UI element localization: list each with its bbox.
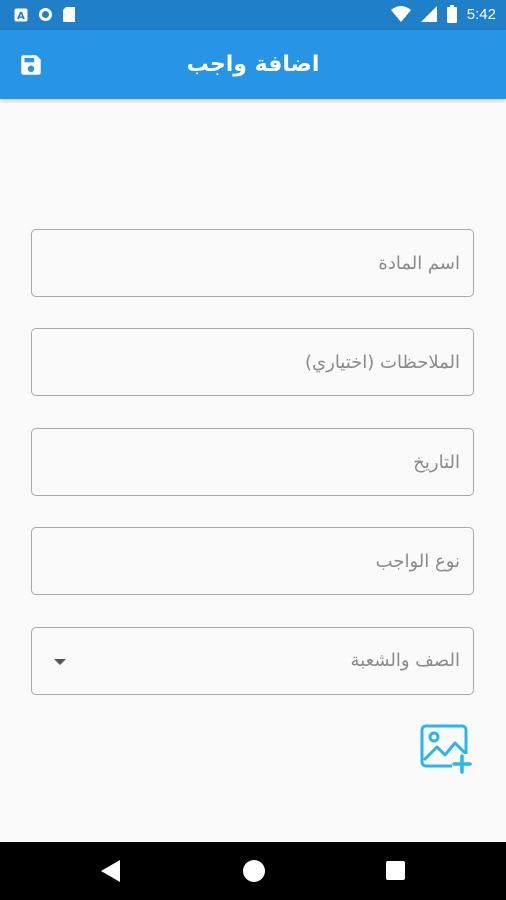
add-image-icon[interactable] xyxy=(420,724,474,774)
status-time: 5:42 xyxy=(466,5,496,23)
navigation-bar xyxy=(0,842,506,900)
svg-text:A: A xyxy=(17,11,25,22)
class-section-label: الصف والشعبة xyxy=(350,650,460,671)
chevron-down-icon xyxy=(54,659,66,665)
date-field[interactable] xyxy=(31,428,474,496)
status-left-icons: A xyxy=(14,7,75,22)
homework-type-input[interactable] xyxy=(32,528,473,594)
circle-icon xyxy=(39,8,52,21)
page-title: اضافة واجب xyxy=(186,52,320,77)
signal-icon xyxy=(420,6,437,22)
class-section-dropdown[interactable]: الصف والشعبة xyxy=(31,627,474,695)
notes-field[interactable] xyxy=(31,328,474,396)
status-bar: A 5:42 xyxy=(0,0,506,30)
notes-input[interactable] xyxy=(32,329,473,395)
sd-card-icon xyxy=(63,7,75,22)
wifi-icon xyxy=(390,6,411,22)
date-input[interactable] xyxy=(32,429,473,495)
back-icon[interactable] xyxy=(101,860,121,882)
subject-name-input[interactable] xyxy=(32,230,473,296)
battery-icon xyxy=(446,5,457,23)
status-right: 5:42 xyxy=(390,5,496,23)
home-icon[interactable] xyxy=(243,860,265,882)
homework-type-field[interactable] xyxy=(31,527,474,595)
subject-name-field[interactable] xyxy=(31,229,474,297)
app-a-icon: A xyxy=(14,8,28,22)
recents-icon[interactable] xyxy=(386,861,405,880)
app-bar: اضافة واجب xyxy=(0,30,506,99)
